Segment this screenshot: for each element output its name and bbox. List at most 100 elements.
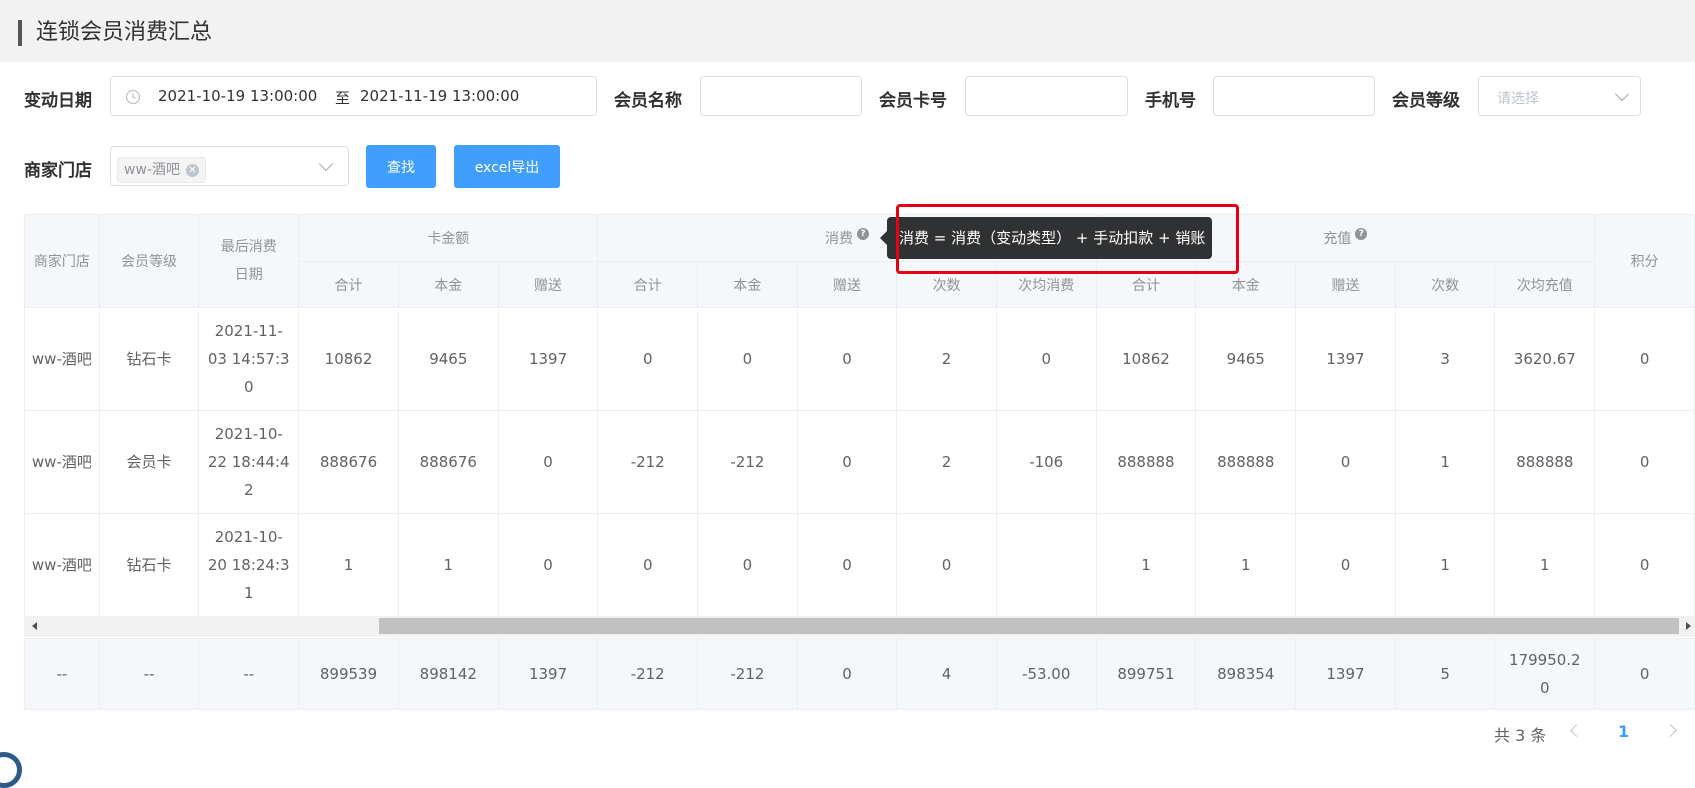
close-circle-icon[interactable]: ✕ [185,164,199,177]
date-line: 22 18:44:4 [207,453,290,471]
cell-last-date: 2021-10- 22 18:44:4 2 [198,410,300,514]
cell-con-principal: -212 [697,410,798,514]
date-line: 20 18:24:3 [207,556,290,574]
card-no-box[interactable] [965,76,1128,116]
cell-store: ww-酒吧 [24,307,100,411]
cell-points: 0 [1594,307,1695,411]
horizontal-scrollbar[interactable] [24,616,1695,637]
cell-con-gift: 0 [796,513,898,617]
level-select[interactable]: 请选择 [1478,76,1641,116]
cell-rec-total: 10862 [1095,307,1197,411]
cell-rec-gift: 0 [1295,410,1396,514]
col-last-date: 最后消费 日期 [198,214,300,308]
col-rec-gift: 赠送 [1295,261,1396,308]
col-con-total: 合计 [597,261,699,308]
group-card-balance: 卡金额 [298,214,599,262]
col-con-principal: 本金 [697,261,798,308]
tooltip-arrow [880,231,887,245]
cell-rec-gift: 1397 [1295,307,1396,411]
foot-card-principal: 898142 [397,638,499,710]
cell-card-principal: 1 [397,513,499,617]
foot-points: 0 [1594,638,1695,710]
date-line: 2021-10- [214,425,283,443]
col-last-date-line1: 最后消费 [220,239,277,255]
cell-level: 会员卡 [98,410,200,514]
cell-card-gift: 0 [497,513,599,617]
cell-con-avg: 0 [995,307,1097,411]
question-circle-icon[interactable]: ? [856,228,869,240]
cell-rec-count: 1 [1394,513,1496,617]
chevron-right-icon[interactable] [1664,724,1677,737]
pagination-total: 共 3 条 [1494,726,1547,745]
cell-level: 钻石卡 [98,307,200,411]
foot-con-gift: 0 [796,638,898,710]
cell-card-principal: 9465 [397,307,499,411]
cell-con-avg [995,513,1097,617]
export-button[interactable]: excel导出 [454,145,560,188]
store-label: 商家门店 [24,161,92,181]
cell-card-gift: 0 [497,410,599,514]
card-no-input[interactable] [966,77,1127,115]
page-title: 连锁会员消费汇总 [36,20,213,45]
foot-card-total: 899539 [298,638,399,710]
col-store: 商家门店 [24,214,100,308]
cell-rec-count: 3 [1394,307,1496,411]
pagination-page[interactable]: 1 [1618,722,1629,741]
date-end[interactable]: 2021-11-19 13:00:00 [360,87,519,105]
cell-rec-total: 888888 [1095,410,1197,514]
cell-con-count: 2 [896,410,997,514]
cell-rec-principal: 1 [1195,513,1297,617]
member-name-box[interactable] [700,76,862,116]
date-range-picker[interactable]: 2021-10-19 13:00:00 至 2021-11-19 13:00:0… [110,76,597,116]
scroll-right-icon[interactable] [1686,622,1691,630]
question-circle-icon[interactable]: ? [1355,228,1368,240]
foot-rec-gift: 1397 [1295,638,1396,710]
cell-rec-avg: 1 [1494,513,1596,617]
cell-con-total: -212 [597,410,699,514]
col-con-gift: 赠送 [796,261,898,308]
scroll-left-icon[interactable] [32,622,37,630]
cell-rec-avg: 888888 [1494,410,1596,514]
phone-input[interactable] [1214,77,1374,115]
member-name-label: 会员名称 [614,91,682,111]
level-label: 会员等级 [1392,91,1460,111]
phone-box[interactable] [1213,76,1375,116]
col-level: 会员等级 [98,214,200,308]
chevron-down-icon [318,156,334,172]
cell-card-principal: 888676 [397,410,499,514]
cell-rec-gift: 0 [1295,513,1396,617]
chevron-left-icon[interactable] [1570,724,1583,737]
col-rec-count: 次数 [1394,261,1496,308]
member-name-input[interactable] [701,77,861,115]
col-card-principal: 本金 [397,261,499,308]
cell-con-gift: 0 [796,307,898,411]
cell-card-gift: 1397 [497,307,599,411]
cell-con-principal: 0 [697,307,798,411]
scrollbar-thumb[interactable] [379,618,1679,634]
foot-level: -- [98,638,200,710]
table-row: ww-酒吧 钻石卡 2021-10- 20 18:24:3 1 1 1 0 0 0 … [24,513,1695,617]
cell-con-principal: 0 [697,513,798,617]
card-no-label: 会员卡号 [879,91,947,111]
table-row: ww-酒吧 会员卡 2021-10- 22 18:44:4 2 888676 888… [24,410,1695,514]
title-bar-icon [18,20,22,46]
date-start[interactable]: 2021-10-19 13:00:00 [158,87,317,105]
foot-rec-avg-line1: 179950.2 [1509,651,1581,669]
foot-rec-count: 5 [1394,638,1496,710]
cell-last-date: 2021-11- 03 14:57:3 0 [198,307,300,411]
cell-points: 0 [1594,513,1695,617]
cell-card-total: 888676 [298,410,399,514]
foot-con-principal: -212 [697,638,798,710]
clock-icon [125,89,141,105]
phone-label: 手机号 [1145,91,1196,111]
foot-store: -- [24,638,100,710]
cell-last-date: 2021-10- 20 18:24:3 1 [198,513,300,617]
date-line: 0 [243,378,254,396]
search-button[interactable]: 查找 [366,145,436,188]
store-tag-label: ww-酒吧 [124,162,180,178]
cell-rec-avg: 3620.67 [1494,307,1596,411]
cell-rec-principal: 888888 [1195,410,1297,514]
cell-con-count: 2 [896,307,997,411]
date-line: 2021-10- [214,528,283,546]
store-select[interactable]: ww-酒吧 ✕ [110,146,349,186]
